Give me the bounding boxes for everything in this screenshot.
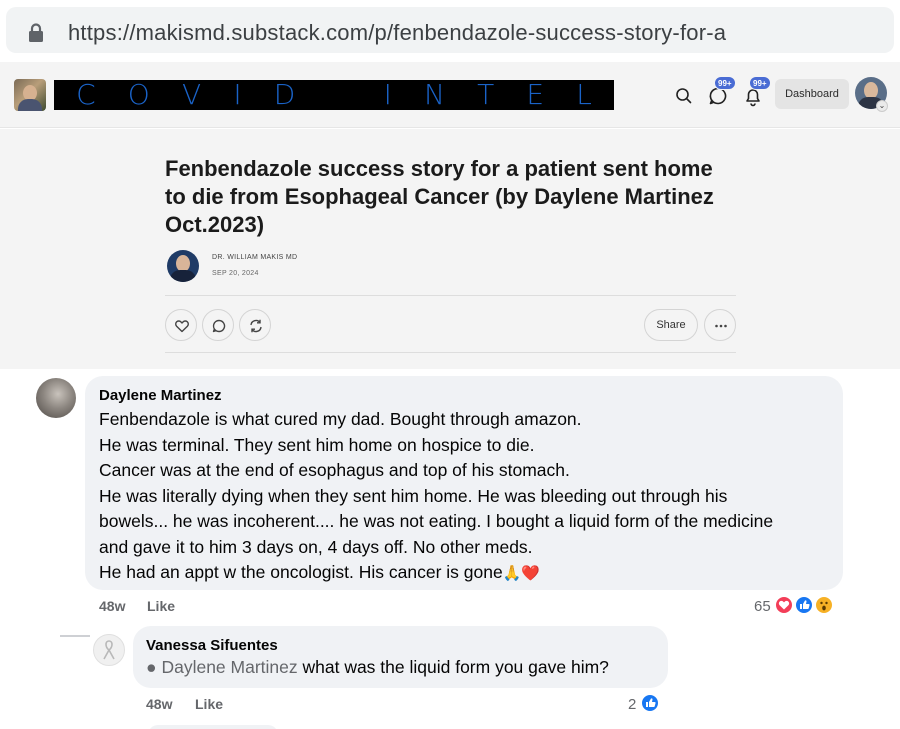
lock-icon[interactable] xyxy=(28,23,44,43)
comment-button[interactable] xyxy=(202,309,234,341)
comment-line: Fenbendazole is what cured my dad. Bough… xyxy=(99,409,582,429)
title-letter: D xyxy=(273,78,296,111)
restack-icon xyxy=(250,319,262,333)
reply-mention: Daylene Martinez xyxy=(161,657,298,677)
next-comment-bubble xyxy=(148,725,278,729)
search-icon[interactable] xyxy=(673,85,695,107)
comment-reaction-count: 65 xyxy=(754,598,771,615)
comment-line-text: He had an appt w the oncologist. His can… xyxy=(99,562,503,582)
wow-reaction-icon xyxy=(814,595,834,615)
post-title: Fenbendazole success story for a patient… xyxy=(165,156,714,237)
mention-icon: ● xyxy=(146,657,157,677)
title-letter: I xyxy=(233,78,242,111)
publication-title-banner[interactable]: C O V I D I N T E L xyxy=(54,80,614,110)
title-letter: O xyxy=(127,78,150,111)
prayer-heart-emoji: 🙏❤️ xyxy=(502,565,541,582)
comment-line: bowels... he was incoherent.... he was n… xyxy=(99,511,774,531)
restack-button[interactable] xyxy=(239,309,271,341)
reply-author-name: Vanessa Sifuentes xyxy=(146,637,278,654)
title-letter: L xyxy=(576,78,592,111)
title-letter: C xyxy=(76,78,96,111)
title-letter: T xyxy=(477,78,495,111)
more-button[interactable] xyxy=(704,309,736,341)
title-letter: V xyxy=(182,78,202,111)
reply-body: what was the liquid form you gave him? xyxy=(297,657,609,677)
reply-timestamp: 48w xyxy=(146,696,173,712)
like-reaction-icon xyxy=(640,693,660,713)
notifications-badge: 99+ xyxy=(749,76,771,90)
messages-badge: 99+ xyxy=(714,76,736,90)
address-bar: https://makismd.substack.com/p/fenbendaz… xyxy=(0,0,900,62)
post-date: SEP 20, 2024 xyxy=(212,270,259,277)
comment-icon xyxy=(212,319,226,333)
comment-line: and gave it to him 3 days on, 4 days off… xyxy=(99,536,533,557)
comment-line: He was terminal. They sent him home on h… xyxy=(99,434,535,455)
commenter-avatar xyxy=(36,378,76,418)
title-letter: I xyxy=(383,78,392,111)
comment-text: Fenbendazole is what cured my dad. Bough… xyxy=(99,407,773,586)
reply-like-link: Like xyxy=(195,696,224,712)
title-letter: E xyxy=(526,78,545,111)
author-name[interactable]: DR. WILLIAM MAKIS MD xyxy=(212,254,297,261)
share-button[interactable]: Share xyxy=(644,309,698,341)
heart-icon xyxy=(175,320,189,333)
comment-line: He was literally dying when they sent hi… xyxy=(99,485,728,506)
url-field[interactable]: https://makismd.substack.com/p/fenbendaz… xyxy=(6,7,894,53)
divider xyxy=(165,352,736,353)
author-avatar[interactable] xyxy=(167,250,199,282)
reply-avatar xyxy=(93,634,125,666)
comment-line: He had an appt w the oncologist. His can… xyxy=(99,560,773,586)
like-reaction-icon xyxy=(794,595,814,615)
title-letter: N xyxy=(424,78,445,111)
url-text[interactable]: https://makismd.substack.com/p/fenbendaz… xyxy=(68,20,726,46)
reply-text: ● Daylene Martinez what was the liquid f… xyxy=(146,657,609,678)
publication-logo[interactable] xyxy=(14,79,46,111)
chevron-down-icon[interactable]: ⌄ xyxy=(876,100,888,112)
comment-like-link: Like xyxy=(147,598,176,614)
commenter-name: Daylene Martinez xyxy=(99,387,222,404)
dashboard-button[interactable]: Dashboard xyxy=(775,79,849,109)
divider xyxy=(165,295,736,296)
post-header: Fenbendazole success story for a patient… xyxy=(0,129,900,369)
site-header: C O V I D I N T E L 99+ 99+ Dashboard ⌄ xyxy=(0,62,900,128)
like-button[interactable] xyxy=(165,309,197,341)
embedded-comment-screenshot: Daylene Martinez Fenbendazole is what cu… xyxy=(0,369,900,729)
more-icon xyxy=(715,324,727,328)
comment-timestamp: 48w xyxy=(99,598,126,614)
comment-line: Cancer was at the end of esophagus and t… xyxy=(99,460,570,480)
reply-reaction-count: 2 xyxy=(628,696,637,713)
love-reaction-icon xyxy=(774,595,794,615)
reply-thread-line xyxy=(60,627,90,637)
